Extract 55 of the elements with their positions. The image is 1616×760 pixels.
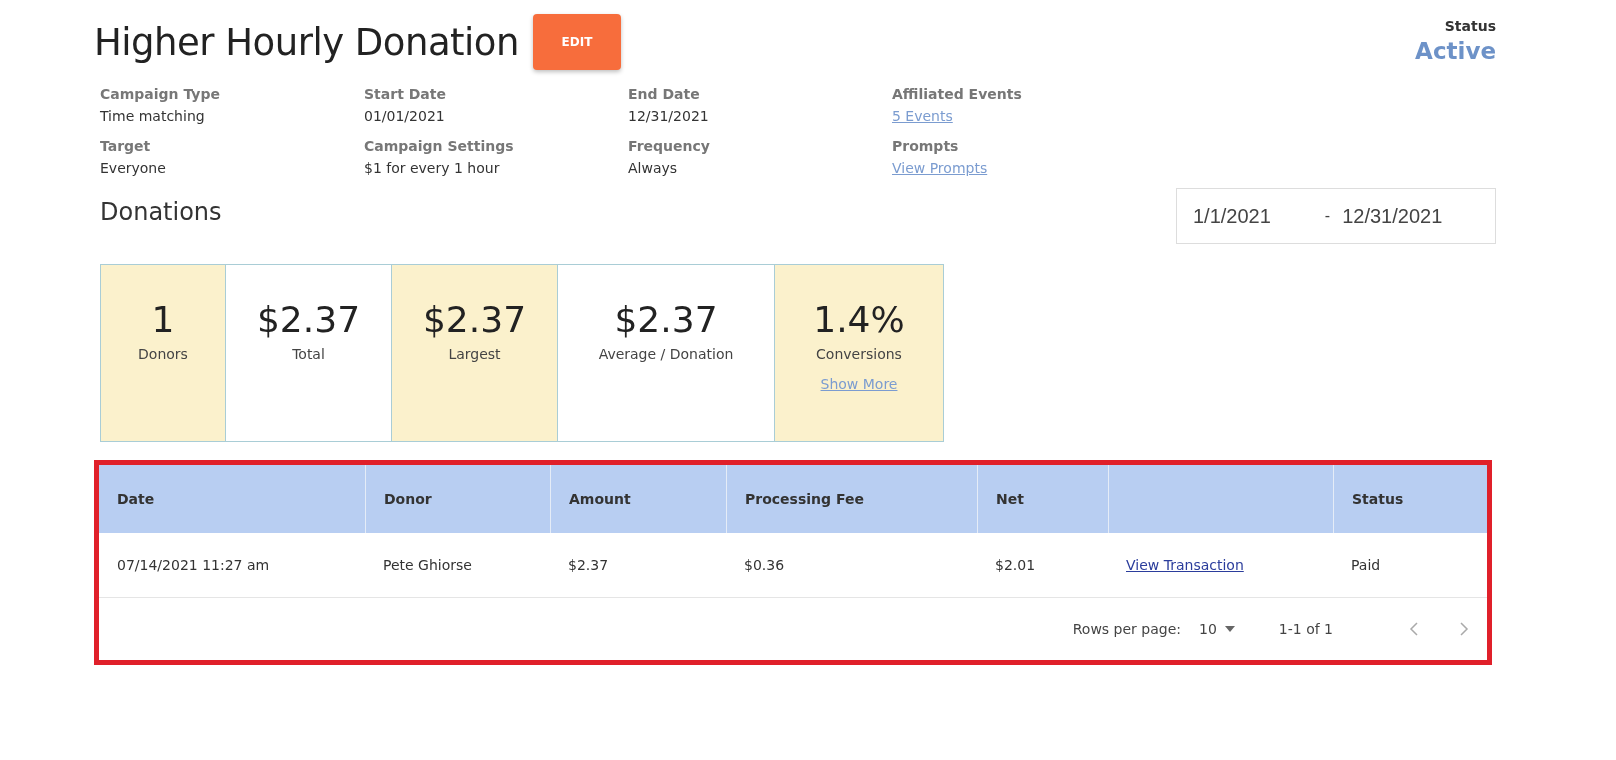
page-range: 1-1 of 1: [1278, 621, 1333, 637]
detail-label: Start Date: [364, 86, 447, 102]
detail-value: Time matching: [100, 108, 206, 124]
column-header: Donor: [384, 491, 432, 507]
detail-label: Prompts: [892, 138, 960, 154]
detail-label: Campaign Settings: [364, 138, 515, 154]
column-header: Net: [996, 491, 1024, 507]
table-cell: $2.37: [568, 557, 609, 573]
detail-link[interactable]: 5 Events: [892, 108, 953, 124]
detail-value: 12/31/2021: [628, 108, 710, 124]
section-heading: Donations: [100, 198, 222, 226]
status-value: Active: [1415, 38, 1496, 64]
column-header: Date: [117, 491, 155, 507]
rows-per-page-label: Rows per page:: [1072, 621, 1181, 637]
detail-link[interactable]: View Prompts: [892, 160, 988, 176]
edit-button[interactable]: EDIT: [532, 14, 621, 70]
table-cell: $0.36: [744, 557, 785, 573]
stat-value: $2.37: [422, 299, 527, 340]
next-page-icon[interactable]: [1459, 622, 1469, 636]
detail-label: Target: [100, 138, 152, 154]
stat-value: 1.4%: [813, 299, 905, 340]
stat-label: Conversions: [816, 346, 902, 362]
table-cell: Paid: [1351, 557, 1381, 573]
stat-value: 1: [151, 299, 175, 340]
detail-value: Always: [628, 160, 679, 176]
column-header: Amount: [569, 491, 631, 507]
page-title: Higher Hourly Donation: [94, 20, 519, 64]
stat-label: Average / Donation: [598, 346, 734, 362]
detail-label: Frequency: [628, 138, 711, 154]
stat-label: Donors: [138, 346, 188, 362]
start-date: 1/1/2021: [1193, 204, 1271, 228]
stat-value: $2.37: [256, 299, 361, 340]
column-header: Processing Fee: [745, 491, 864, 507]
status-label: Status: [1444, 18, 1496, 34]
detail-label: Affiliated Events: [892, 86, 1023, 102]
detail-label: Campaign Type: [100, 86, 221, 102]
column-header: Status: [1352, 491, 1404, 507]
stat-label: Total: [292, 346, 325, 362]
transaction-link[interactable]: View Transaction: [1126, 557, 1244, 573]
detail-value: 01/01/2021: [364, 108, 446, 124]
caret-icon: [1224, 626, 1235, 632]
stat-label: Largest: [448, 346, 501, 362]
end-date: 12/31/2021: [1342, 204, 1443, 228]
range-separator: -: [1324, 207, 1331, 225]
show-more-link[interactable]: Show More: [820, 376, 898, 392]
detail-label: End Date: [628, 86, 701, 102]
table-cell: $2.01: [995, 557, 1036, 573]
detail-value: Everyone: [100, 160, 167, 176]
table-cell: Pete Ghiorse: [383, 557, 472, 573]
stat-value: $2.37: [614, 299, 718, 340]
date-range-field[interactable]: 1/1/2021 - 12/31/2021: [1176, 188, 1496, 244]
rows-per-page-select[interactable]: 10: [1199, 621, 1235, 637]
detail-value: $1 for every 1 hour: [364, 160, 501, 176]
table-cell: 07/14/2021 11:27 am: [117, 557, 270, 573]
previous-page-icon[interactable]: [1409, 622, 1419, 636]
